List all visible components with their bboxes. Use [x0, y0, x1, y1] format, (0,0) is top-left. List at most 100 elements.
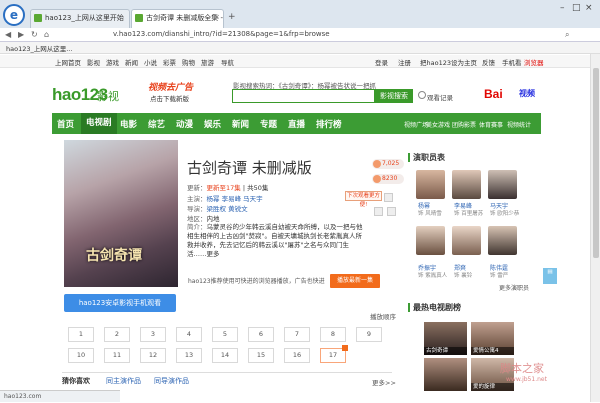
hot-item[interactable]: 爱情公寓4: [471, 322, 514, 355]
thumb-up-icon[interactable]: [374, 207, 383, 216]
episode-button[interactable]: 9: [356, 327, 382, 342]
actor-photo[interactable]: [416, 170, 445, 199]
topnav-item[interactable]: 导航: [221, 57, 234, 67]
nav-home[interactable]: 首页: [57, 118, 74, 130]
watch-history[interactable]: 观看记录: [427, 92, 453, 102]
search-button[interactable]: 影视搜索: [375, 89, 413, 103]
episode-button[interactable]: 4: [176, 327, 202, 342]
new-tab-button[interactable]: +: [228, 12, 236, 22]
topnav-item[interactable]: 小说: [144, 57, 157, 67]
refresh-icon[interactable]: ↻: [31, 30, 38, 39]
subnav-item[interactable]: 游戏: [438, 120, 450, 129]
baidu-logo[interactable]: Bai: [484, 87, 503, 101]
episode-button[interactable]: 3: [140, 327, 166, 342]
subnav-item[interactable]: 团购影票: [452, 120, 476, 129]
nav-movie[interactable]: 电影: [120, 118, 137, 130]
episode-button-latest[interactable]: 17: [320, 345, 348, 363]
subnav-item[interactable]: 视频统计: [507, 120, 531, 129]
topnav-item[interactable]: 彩票: [163, 57, 176, 67]
actor-photo[interactable]: [452, 226, 481, 255]
login-link[interactable]: 登录: [375, 57, 388, 67]
watermark-url: www.jb51.net: [506, 376, 547, 383]
chat-float-button[interactable]: ▤: [543, 268, 557, 284]
episode-button[interactable]: 8: [320, 327, 346, 342]
favorite-item[interactable]: hao123_上网从这里...: [6, 43, 72, 53]
actor-photo[interactable]: [488, 226, 517, 255]
more-link[interactable]: 更多>>: [372, 377, 396, 387]
actor-role: 饰 紫胤真人: [418, 273, 448, 279]
register-link[interactable]: 注册: [398, 57, 411, 67]
nav-live[interactable]: 直播: [288, 118, 305, 130]
topnav-item[interactable]: 旅游: [201, 57, 214, 67]
mobile-watch-button[interactable]: hao123安卓影视手机观看: [64, 294, 176, 312]
browser-logo-icon[interactable]: e: [3, 4, 25, 26]
set-homepage-link[interactable]: 把hao123设为主页: [420, 57, 477, 67]
actor-photo[interactable]: [488, 170, 517, 199]
heart-icon: [373, 160, 381, 168]
nav-news[interactable]: 新闻: [232, 118, 249, 130]
episode-button[interactable]: 5: [212, 327, 238, 342]
feedback-link[interactable]: 反馈: [482, 57, 495, 67]
drama-poster[interactable]: 古剑奇谭: [64, 140, 178, 287]
topnav-item[interactable]: 影视: [87, 57, 100, 67]
sort-order-select[interactable]: 播放顺序: [370, 311, 396, 321]
maximize-icon[interactable]: □: [572, 3, 581, 13]
episode-button[interactable]: 1: [68, 327, 94, 342]
episode-button[interactable]: 11: [104, 348, 130, 363]
topnav-item[interactable]: 新闻: [125, 57, 138, 67]
topnav-item[interactable]: 游戏: [106, 57, 119, 67]
topnav-item[interactable]: 上网首页: [55, 57, 81, 67]
nav-entertainment[interactable]: 娱乐: [204, 118, 221, 130]
episode-button[interactable]: 2: [104, 327, 130, 342]
subnav-item[interactable]: 美女: [426, 120, 438, 129]
browser-tab[interactable]: hao123_上网从这里开始: [30, 9, 130, 28]
episode-button[interactable]: 14: [212, 348, 238, 363]
favorite-star-icon[interactable]: [384, 193, 393, 202]
thumb-down-icon[interactable]: [387, 207, 396, 216]
tab-same-cast[interactable]: 同主演作品: [106, 376, 141, 386]
play-latest-button[interactable]: 播放最新一集: [330, 274, 380, 288]
hot-item[interactable]: [424, 358, 467, 391]
subnav-item[interactable]: 视频广场: [404, 120, 428, 129]
actor-photo[interactable]: [416, 226, 445, 255]
nav-tv[interactable]: 电视剧: [81, 113, 117, 134]
home-icon[interactable]: ⌂: [44, 30, 49, 39]
episode-button[interactable]: 15: [248, 348, 274, 363]
tab-recommend[interactable]: 猜你喜欢: [62, 376, 90, 386]
episode-button[interactable]: 6: [248, 327, 274, 342]
more-cast-link[interactable]: 更多演职员: [499, 283, 529, 292]
url-input[interactable]: v.hao123.com/dianshi_intro/?id=21308&pag…: [113, 30, 330, 38]
forward-icon[interactable]: ▶: [18, 30, 24, 39]
mobile-link[interactable]: 手机看: [502, 57, 522, 67]
director-links[interactable]: 梁胜权 黄锐文: [207, 205, 248, 213]
subnav-item[interactable]: 体育赛事: [479, 120, 503, 129]
nav-anime[interactable]: 动漫: [176, 118, 193, 130]
minimize-icon[interactable]: –: [560, 3, 565, 13]
back-icon[interactable]: ◀: [5, 30, 11, 39]
search-input[interactable]: [232, 89, 375, 103]
like-count[interactable]: 7,025: [372, 159, 404, 169]
scrollbar[interactable]: [590, 54, 600, 402]
episode-button[interactable]: 7: [284, 327, 310, 342]
promo-title[interactable]: 视频去广告: [148, 80, 193, 93]
episode-button[interactable]: 13: [176, 348, 202, 363]
nav-ranking[interactable]: 排行榜: [316, 118, 342, 130]
view-count[interactable]: 8230: [372, 174, 404, 184]
episode-button[interactable]: 10: [68, 348, 94, 363]
close-window-icon[interactable]: ×: [585, 3, 593, 13]
episode-button[interactable]: 12: [140, 348, 166, 363]
browser-link[interactable]: 浏览器: [524, 57, 544, 67]
promo-subtitle[interactable]: 点击下载新版: [150, 93, 189, 103]
hot-item[interactable]: 古剑奇谭: [424, 322, 467, 355]
nav-variety[interactable]: 综艺: [148, 118, 165, 130]
actor-photo[interactable]: [452, 170, 481, 199]
search-icon[interactable]: ⌕: [565, 30, 569, 40]
scrollbar-thumb[interactable]: [593, 68, 599, 258]
nav-topics[interactable]: 专题: [260, 118, 277, 130]
episode-button[interactable]: 16: [284, 348, 310, 363]
close-tab-icon[interactable]: ×: [214, 13, 220, 21]
cast-links[interactable]: 杨幂 李易峰 马天宇: [207, 195, 263, 203]
browser-tab-active[interactable]: 古剑奇谭 未删减版全集 - 更新×: [131, 9, 224, 28]
tab-same-director[interactable]: 同导演作品: [154, 376, 189, 386]
topnav-item[interactable]: 购物: [182, 57, 195, 67]
